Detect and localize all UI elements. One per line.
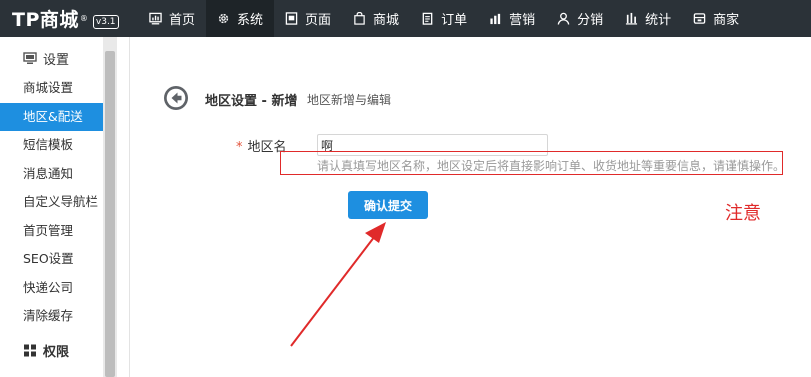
back-button[interactable] [163,85,189,111]
version-badge: v3.1 [92,14,119,29]
sidebar: 设置 商城设置 地区&配送 短信模板 消息通知 自定义导航栏 首页管理 SEO设… [0,37,103,377]
nav-label: 订单 [441,13,468,28]
page-subtitle: 地区新增与编辑 [307,93,392,107]
sidebar-section-label: 权限 [43,344,70,360]
required-mark: * [236,140,243,155]
top-navbar: TP商城 ® v3.1 首页 系统 页面 商城 订单 营销 分销 统计 商家 [0,0,811,37]
nav-label: 页面 [305,13,332,28]
sidebar-section-label: 设置 [43,53,70,68]
nav-item-orders[interactable]: 订单 [410,0,478,37]
nav-item-system[interactable]: 系统 [206,0,275,37]
page-icon [285,12,298,25]
monitor-icon [23,52,37,64]
sidebar-item-clear-cache[interactable]: 清除缓存 [0,302,103,331]
clipboard-icon [422,12,433,25]
sidebar-item-custom-nav[interactable]: 自定义导航栏 [0,188,103,217]
nav-label: 首页 [169,13,196,28]
nav-label: 分销 [577,13,604,28]
sidebar-item-couriers[interactable]: 快递公司 [0,274,103,303]
nav-item-pages[interactable]: 页面 [274,0,342,37]
nav-item-home[interactable]: 首页 [138,0,206,37]
annotation-arrow-icon [290,222,386,347]
sidebar-section-settings[interactable]: 设置 [0,43,103,74]
bar-chart-icon [490,13,501,25]
back-arrow-icon [164,86,188,110]
nav-label: 系统 [237,13,264,28]
nav-item-marketing[interactable]: 营销 [478,0,546,37]
scrollbar-thumb[interactable] [105,51,115,377]
grid-icon [24,344,36,356]
sidebar-item-sms-templates[interactable]: 短信模板 [0,131,103,160]
nav-item-mall[interactable]: 商城 [342,0,410,37]
logo-registered-mark: ® [79,14,88,23]
nav-label: 商家 [713,13,740,28]
hint-text: 请认真填写地区名称，地区设定后将直接影响订单、收货地址等重要信息，请谨慎操作。 [317,159,786,173]
main-nav: 首页 系统 页面 商城 订单 营销 分销 统计 商家 [138,0,750,37]
sidebar-item-seo[interactable]: SEO设置 [0,245,103,274]
sidebar-section-permissions[interactable]: 权限 [0,335,103,366]
nav-label: 统计 [645,13,672,28]
nav-label: 营销 [509,13,536,28]
logo[interactable]: TP商城 ® v3.1 [0,0,138,37]
nav-item-statistics[interactable]: 统计 [614,0,682,37]
sidebar-item-homepage[interactable]: 首页管理 [0,217,103,246]
nav-label: 商城 [373,13,400,28]
stats-icon [626,12,638,25]
gear-icon [218,13,229,24]
sidebar-item-region-shipping[interactable]: 地区&配送 [0,102,103,131]
nav-item-distribution[interactable]: 分销 [546,0,614,37]
region-name-label: * 地区名 [236,136,287,155]
sidebar-scrollbar[interactable] [103,37,117,377]
user-icon [557,12,570,25]
sidebar-item-notifications[interactable]: 消息通知 [0,160,103,189]
shopping-bag-icon [354,12,365,25]
logo-text: TP商城 [12,9,79,31]
page-title: 地区设置 - 新增 [205,94,298,109]
divider [129,37,130,377]
store-icon [693,13,706,24]
annotation-note: 注意 [725,203,761,224]
nav-item-merchant[interactable]: 商家 [682,0,750,37]
sidebar-item-mall-settings[interactable]: 商城设置 [0,74,103,103]
dashboard-icon [149,12,162,25]
